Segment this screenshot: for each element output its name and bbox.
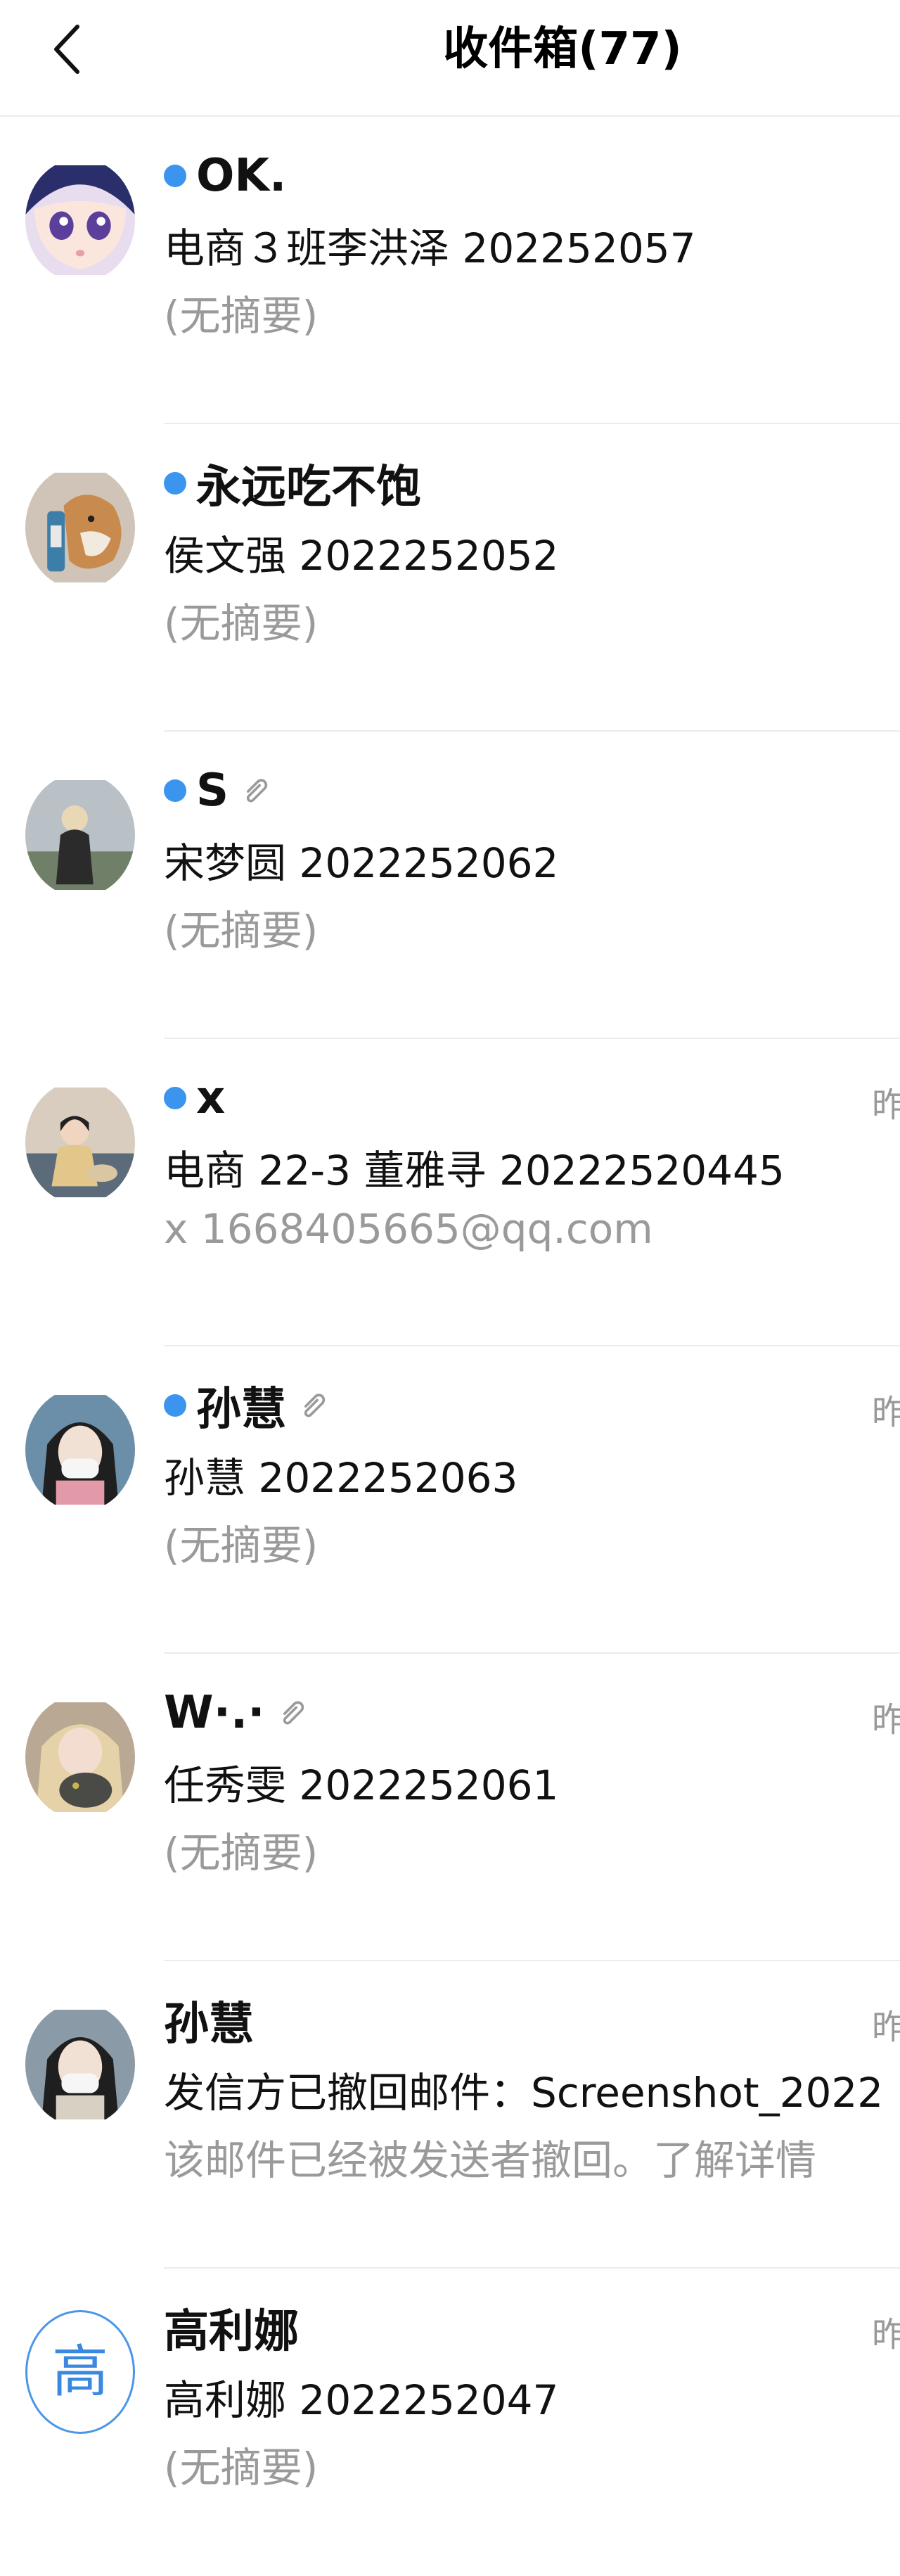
sender-name: W·.· — [164, 1687, 265, 1739]
sender-name: 永远吃不饱 — [196, 461, 421, 514]
email-item[interactable]: 孙慧 昨 孙慧 2022252063 (无摘要) — [0, 1346, 900, 1654]
email-line-1: 永远吃不饱 — [164, 458, 421, 514]
page-title: 收件箱(77) — [443, 23, 682, 75]
sender-name: OK. — [196, 150, 287, 202]
email-summary: (无摘要) — [164, 599, 319, 647]
avatar — [25, 773, 135, 897]
email-subject: 孙慧 2022252063 — [164, 1454, 518, 1502]
email-summary: (无摘要) — [164, 907, 319, 955]
avatar — [25, 158, 135, 282]
email-line-1: 高利娜 — [164, 2302, 299, 2358]
avatar — [25, 1080, 135, 1204]
email-summary: (无摘要) — [164, 1522, 319, 1569]
sender-name: 孙慧 — [196, 1384, 286, 1436]
attachment-icon — [274, 1694, 311, 1732]
avatar — [25, 1695, 135, 1819]
email-item[interactable]: 永远吃不饱 侯文强 2022252052 (无摘要) — [0, 424, 900, 732]
email-time: 昨 — [872, 1700, 900, 1740]
header: 收件箱(77) — [0, 0, 900, 117]
unread-dot — [164, 1087, 186, 1109]
unread-dot — [164, 1394, 186, 1417]
avatar — [25, 466, 135, 589]
email-summary: (无摘要) — [164, 292, 319, 340]
email-time: 昨 — [872, 1393, 900, 1432]
email-summary: (无摘要) — [164, 1829, 319, 1877]
attachment-icon — [237, 772, 275, 810]
email-line-1: OK. — [164, 150, 287, 202]
email-summary: 该邮件已经被发送者撤回。了解详情 — [164, 2136, 817, 2184]
email-time: 昨 — [872, 2008, 900, 2047]
email-list: OK. 电商３班李洪泽 202252057 (无摘要) 永远吃不饱 侯文强 20… — [0, 117, 900, 2576]
unread-dot — [164, 472, 186, 495]
email-line-1: x — [164, 1072, 226, 1124]
email-line-1: 孙慧 — [164, 1995, 254, 2051]
email-item[interactable]: 高 高利娜 昨 高利娜 2022252047 (无摘要) — [0, 2269, 900, 2576]
avatar — [25, 1388, 135, 1512]
email-time: 昨 — [872, 1085, 900, 1125]
email-item[interactable]: S 宋梦圆 2022252062 (无摘要) — [0, 732, 900, 1039]
email-line-1: 孙慧 — [164, 1380, 333, 1436]
email-subject: 高利娜 2022252047 — [164, 2376, 559, 2424]
email-subject: 任秀雯 2022252061 — [164, 1761, 559, 1809]
email-subject: 宋梦圆 2022252062 — [164, 839, 559, 887]
sender-name: 高利娜 — [164, 2306, 299, 2358]
email-time: 昨 — [872, 2315, 900, 2354]
avatar — [25, 2003, 135, 2127]
email-item[interactable]: x 昨 电商 22-3 董雅寻 20222520445 x 1668405665… — [0, 1039, 900, 1346]
attachment-icon — [295, 1386, 333, 1424]
email-subject: 电商３班李洪泽 202252057 — [164, 224, 696, 272]
email-item[interactable]: W·.· 昨 任秀雯 2022252061 (无摘要) — [0, 1654, 900, 1961]
email-summary: (无摘要) — [164, 2444, 319, 2492]
email-subject: 电商 22-3 董雅寻 20222520445 — [164, 1147, 785, 1194]
email-item[interactable]: OK. 电商３班李洪泽 202252057 (无摘要) — [0, 117, 900, 424]
email-item[interactable]: 孙慧 昨 发信方已撤回邮件：Screenshot_2022 该邮件已经被发送者撤… — [0, 1961, 900, 2269]
sender-name: x — [196, 1072, 226, 1124]
unread-dot — [164, 779, 186, 802]
email-line-1: S — [164, 765, 275, 817]
email-subject: 侯文强 2022252052 — [164, 532, 559, 580]
sender-name: 孙慧 — [164, 1998, 254, 2051]
avatar: 高 — [25, 2310, 135, 2434]
email-summary: x 1668405665@qq.com — [164, 1205, 653, 1253]
email-line-1: W·.· — [164, 1687, 311, 1739]
sender-name: S — [196, 765, 229, 817]
email-subject: 发信方已撤回邮件：Screenshot_2022 — [164, 2069, 884, 2117]
unread-dot — [164, 165, 186, 187]
